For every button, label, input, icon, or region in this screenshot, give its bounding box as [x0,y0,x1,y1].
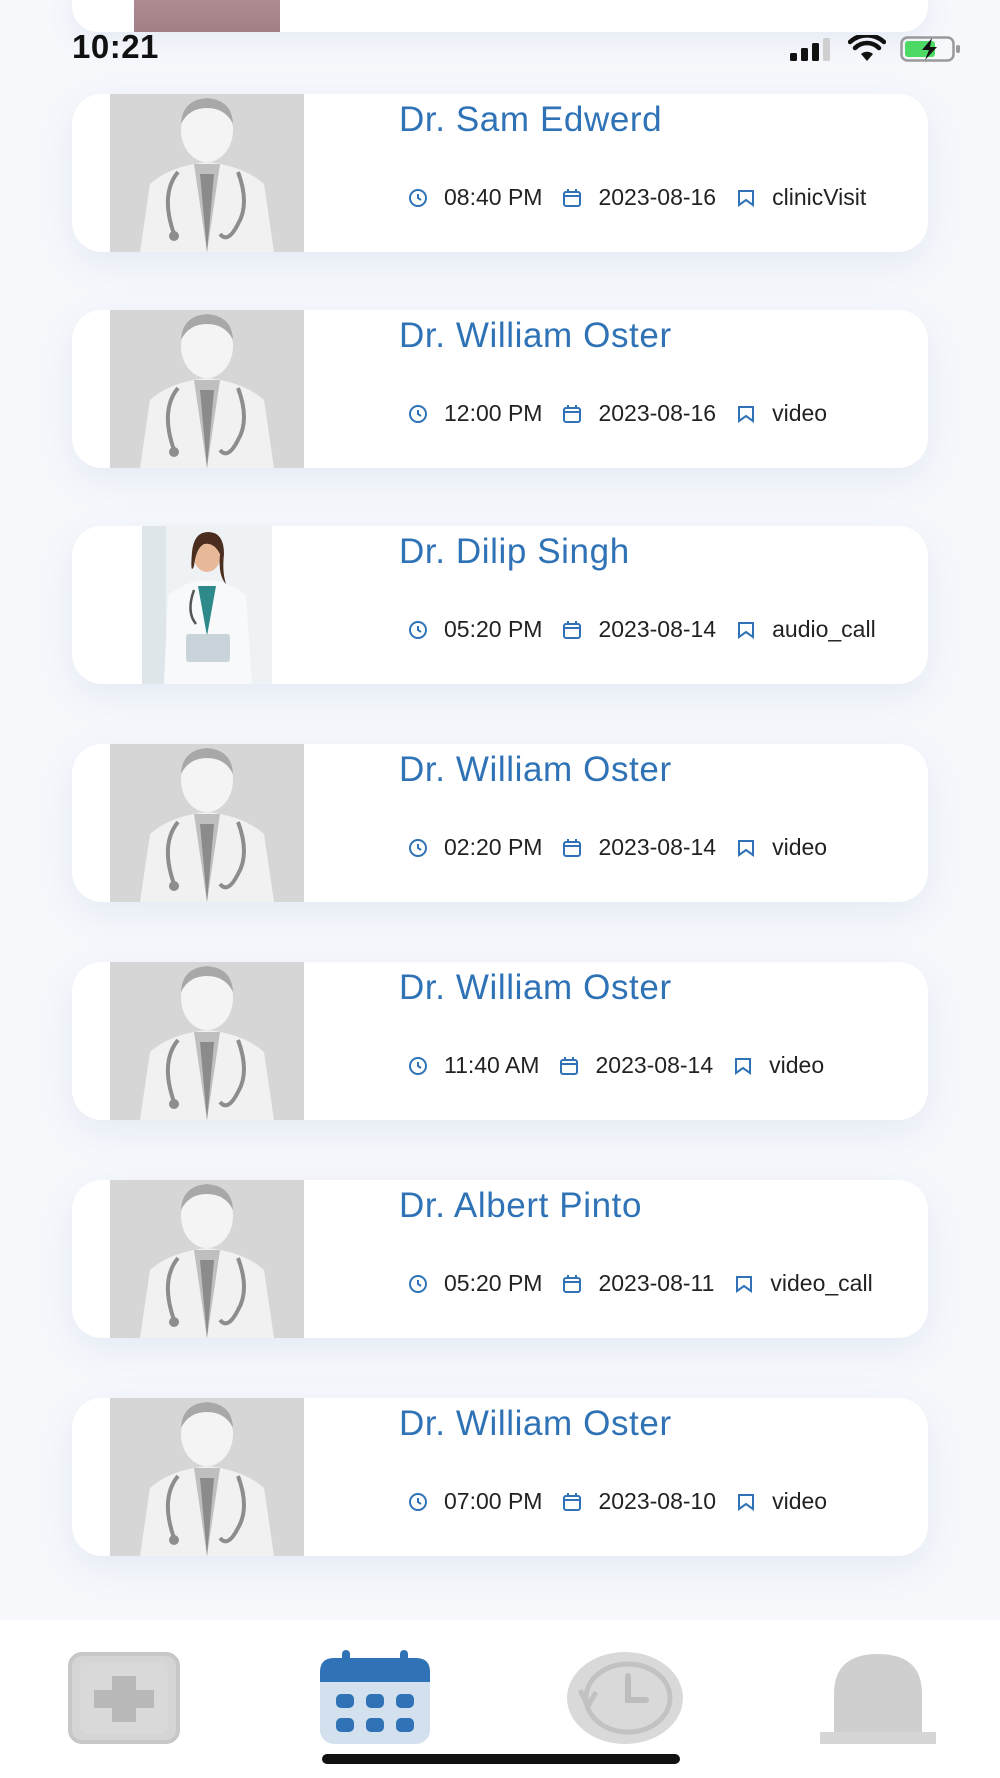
appointment-meta: 07:00 PM 2023-08-10 video [406,1488,845,1515]
appointment-meta: 08:40 PM 2023-08-16 clinicVisit [406,184,884,211]
appointment-meta: 05:20 PM 2023-08-14 audio_call [406,616,894,643]
appointment-card[interactable]: Dr. Dilip Singh 05:20 PM 2023-08-14 audi… [72,526,928,684]
calendar-grid-icon [320,1650,430,1744]
appointment-time: 05:20 PM [444,616,543,642]
appointment-time: 08:40 PM [444,184,543,210]
status-bar: 10:21 [0,0,1000,90]
clock-icon [406,618,430,642]
appointment-card[interactable]: Dr. William Oster 12:00 PM 2023-08-16 vi… [72,310,928,468]
doctor-avatar-placeholder [110,94,304,252]
appointment-date: 2023-08-14 [598,834,717,860]
doctor-avatar-placeholder [110,1398,304,1556]
previous-appointment-card[interactable] [72,0,928,32]
clock-icon [406,836,430,860]
appointment-time: 02:20 PM [444,834,543,860]
nav-notifications-button[interactable] [818,1650,938,1750]
home-indicator[interactable] [322,1754,680,1764]
nav-appointments-button[interactable] [318,1650,432,1750]
doctor-avatar-placeholder [110,962,304,1120]
battery-icon [900,36,960,62]
clock-icon [406,1054,430,1078]
bookmark-icon [734,618,758,642]
appointment-card[interactable]: Dr. William Oster 02:20 PM 2023-08-14 vi… [72,744,928,902]
bookmark-icon [734,1490,758,1514]
signal-icon [790,38,830,61]
appointment-meta: 02:20 PM 2023-08-14 video [406,834,845,861]
doctor-name: Dr. William Oster [399,750,672,789]
bookmark-icon [734,402,758,426]
appointment-date: 2023-08-16 [598,400,717,426]
appointment-time: 12:00 PM [444,400,543,426]
calendar-icon [560,836,584,860]
doctor-avatar-placeholder [110,744,304,902]
appointment-time: 11:40 AM [444,1052,540,1078]
appointment-type: video [772,834,828,860]
calendar-icon [560,618,584,642]
appointment-meta: 12:00 PM 2023-08-16 video [406,400,845,427]
doctor-name: Dr. Dilip Singh [399,532,630,571]
doctor-name: Dr. Albert Pinto [399,1186,643,1225]
appointment-date: 2023-08-14 [598,616,717,642]
doctor-name: Dr. William Oster [399,1404,672,1443]
appointment-type: video [772,400,828,426]
appointment-date: 2023-08-10 [598,1488,717,1514]
wifi-icon [848,35,886,61]
clock-icon [406,1272,430,1296]
doctor-photo [142,526,272,684]
doctor-avatar-placeholder [110,310,304,468]
appointment-card[interactable]: Dr. William Oster 07:00 PM 2023-08-10 vi… [72,1398,928,1556]
appointment-type: video [769,1052,825,1078]
bookmark-icon [734,836,758,860]
calendar-icon [557,1054,581,1078]
doctor-avatar-placeholder [110,1180,304,1338]
appointment-type: video_call [770,1270,873,1296]
calendar-icon [560,402,584,426]
clock-icon [406,402,430,426]
doctor-name: Dr. Sam Edwerd [399,100,663,139]
bell-icon [820,1654,936,1744]
medical-plus-icon [68,1652,180,1744]
clock-icon [406,1490,430,1514]
appointment-date: 2023-08-16 [598,184,717,210]
appointment-meta: 11:40 AM 2023-08-14 video [406,1052,842,1079]
appointment-type: audio_call [772,616,876,642]
appointment-type: video [772,1488,828,1514]
appointment-meta: 05:20 PM 2023-08-11 video_call [406,1270,891,1297]
appointment-type: clinicVisit [772,184,867,210]
clock-icon [406,186,430,210]
appointment-card[interactable]: Dr. Sam Edwerd 08:40 PM 2023-08-16 clini… [72,94,928,252]
appointment-time: 05:20 PM [444,1270,543,1296]
calendar-icon [560,1272,584,1296]
doctor-name: Dr. William Oster [399,968,672,1007]
bookmark-icon [734,186,758,210]
doctor-name: Dr. William Oster [399,316,672,355]
appointment-date: 2023-08-14 [595,1052,714,1078]
bookmark-icon [732,1272,756,1296]
calendar-icon [560,1490,584,1514]
appointment-card[interactable]: Dr. William Oster 11:40 AM 2023-08-14 vi… [72,962,928,1120]
nav-history-button[interactable] [566,1650,684,1750]
appointment-date: 2023-08-11 [598,1270,715,1296]
appointment-time: 07:00 PM [444,1488,543,1514]
nav-home-button[interactable] [66,1650,182,1750]
history-clock-icon [567,1652,683,1744]
appointment-card[interactable]: Dr. Albert Pinto 05:20 PM 2023-08-11 vid… [72,1180,928,1338]
calendar-icon [560,186,584,210]
status-icons [788,34,962,64]
bookmark-icon [731,1054,755,1078]
status-time: 10:21 [72,28,159,65]
